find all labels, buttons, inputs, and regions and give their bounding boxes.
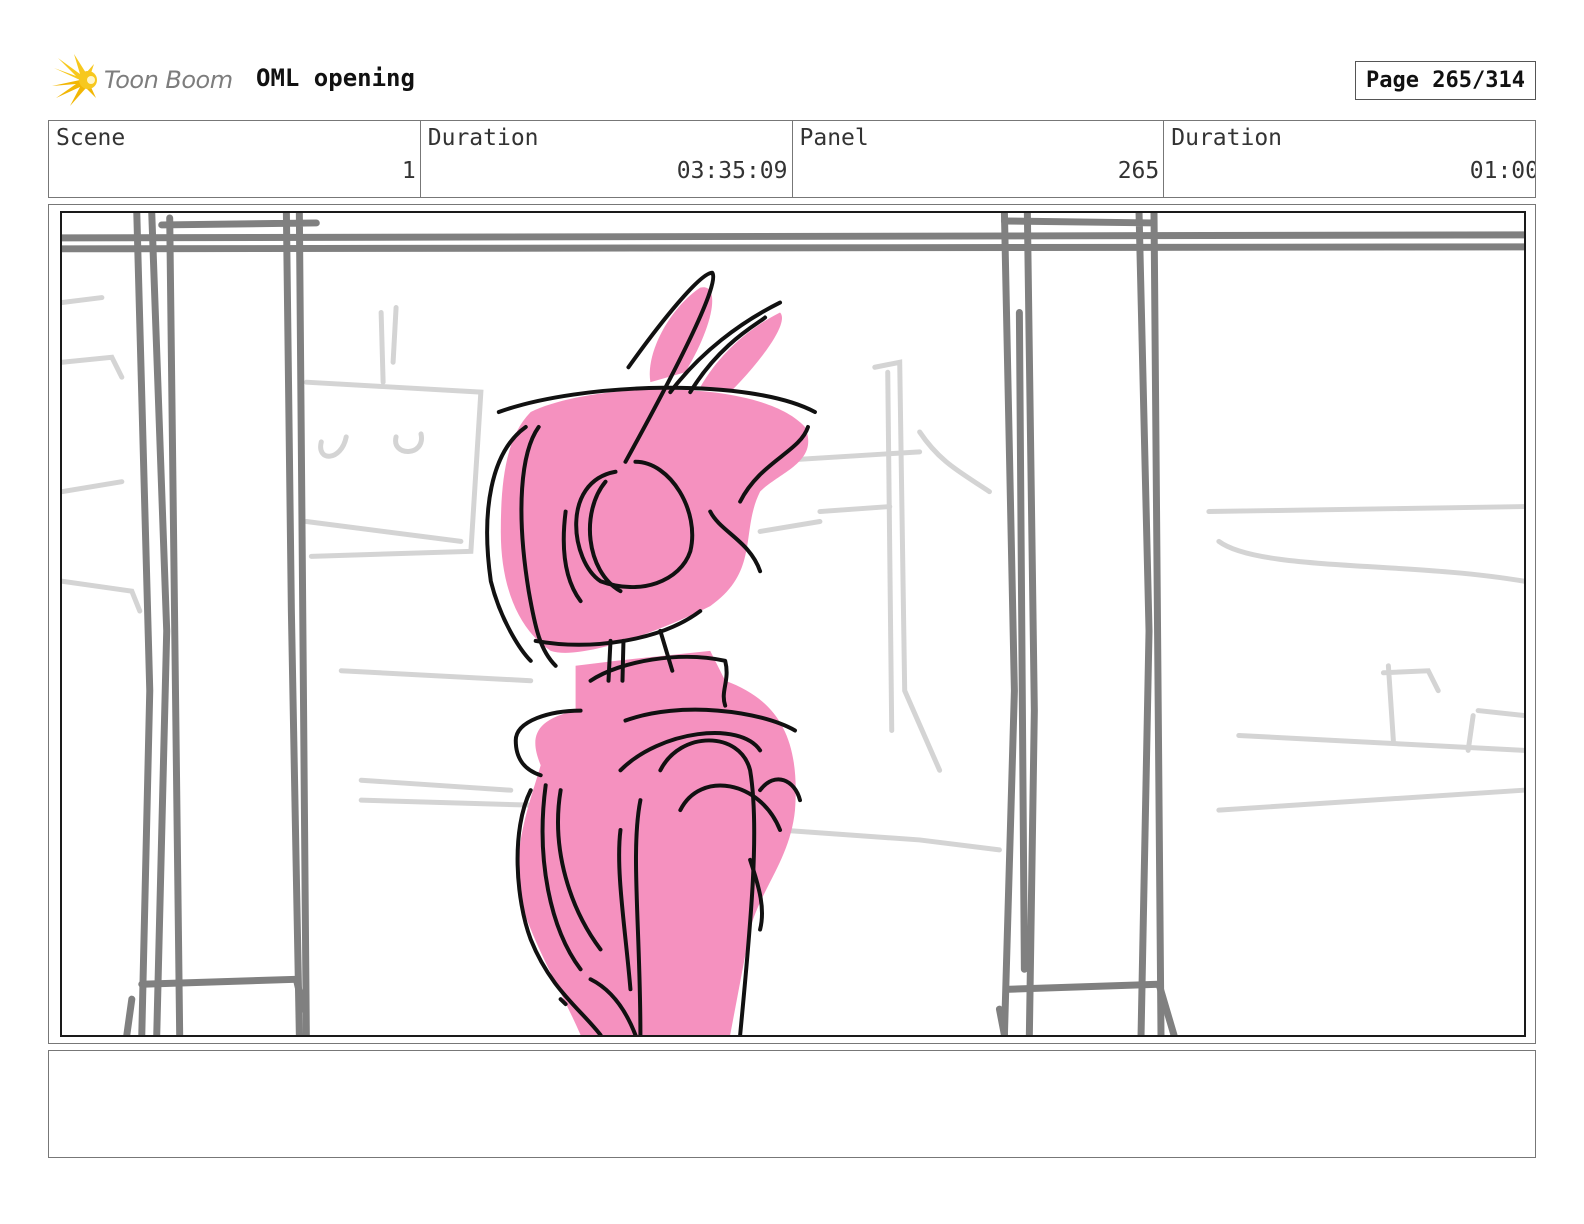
scene-cell: Scene 1 — [49, 121, 421, 197]
scene-label: Scene — [56, 125, 126, 151]
panel-duration-cell: Duration 01:00 — [1164, 121, 1535, 197]
storyboard-panel-image — [60, 211, 1526, 1037]
scene-duration-value: 03:35:09 — [676, 158, 788, 184]
logo-text: Toon Boom — [104, 66, 233, 94]
panel-value: 265 — [1117, 158, 1160, 184]
scene-value: 1 — [401, 158, 416, 184]
starburst-icon — [52, 54, 97, 106]
scene-duration-cell: Duration 03:35:09 — [421, 121, 793, 197]
panel-duration-label: Duration — [1171, 125, 1283, 151]
dialogue-box — [48, 1050, 1536, 1158]
panel-duration-value: 01:00 — [1469, 158, 1535, 184]
page-number: Page 265/314 — [1355, 61, 1536, 100]
scene-duration-label: Duration — [427, 125, 539, 151]
panel-label: Panel — [799, 125, 869, 151]
panel-info-table: Scene 1 Duration 03:35:09 Panel 265 Dura… — [48, 120, 1536, 198]
pillars — [62, 213, 1524, 1035]
project-title: OML opening — [256, 64, 415, 92]
panel-cell: Panel 265 — [793, 121, 1165, 197]
